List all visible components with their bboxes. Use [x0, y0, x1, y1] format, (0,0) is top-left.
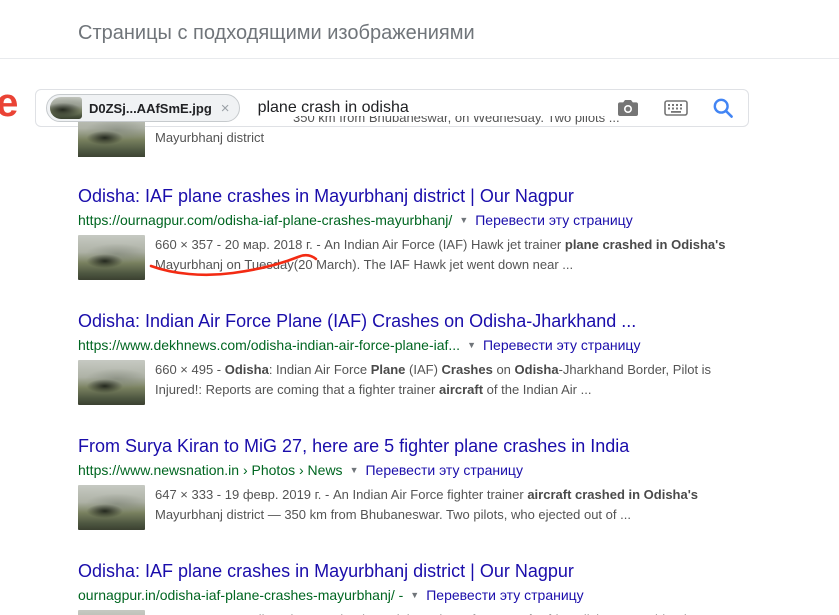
result-thumbnail[interactable] [78, 360, 145, 405]
snippet-segment: Mayurbhanj district — 350 km from Bhuban… [155, 507, 631, 522]
google-image-search-results-page: Страницы с подходящими изображениями le … [0, 0, 839, 615]
logo-letter-e: e [0, 81, 18, 125]
result-dropdown-arrow-icon[interactable]: ▼ [350, 462, 359, 479]
result-snippet: 660 × 495 - Odisha: Indian Air Force Pla… [155, 360, 730, 405]
result-snippet-row: 647 × 333 - 19 февр. 2019 г. - An Indian… [78, 485, 839, 530]
result-snippet-row: 660 × 357 - 20 мар. 2018 г. - An Indian … [78, 235, 839, 280]
chip-image-thumbnail [50, 97, 82, 119]
snippet-segment: 660 × 495 - [155, 362, 225, 377]
translate-page-link[interactable]: Перевести эту страницу [426, 587, 583, 604]
result-snippet: 647 × 333 - 19 февр. 2019 г. - An Indian… [155, 485, 730, 530]
snippet-segment: 647 × 333 - 19 февр. 2019 г. - An Indian… [155, 487, 528, 502]
translate-page-link[interactable]: Перевести эту страницу [475, 212, 632, 229]
result-title-link[interactable]: Odisha: Indian Air Force Plane (IAF) Cra… [78, 310, 748, 332]
snippet-segment: Mayurbhanj on Tuesday(20 March). The IAF… [155, 257, 574, 272]
result-url: https://ournagpur.com/odisha-iaf-plane-c… [78, 211, 453, 228]
result-url-line: https://ournagpur.com/odisha-iaf-plane-c… [78, 211, 839, 229]
result-url-line: ournagpur.in/odisha-iaf-plane-crashes-ma… [78, 586, 839, 604]
snippet-segment: aircraft [438, 382, 484, 397]
partial-snippet-line1: 350 km from Bhubaneswar, on Wednesday. T… [293, 116, 620, 125]
search-query-text[interactable]: plane crash in odisha [258, 99, 409, 117]
snippet-segment: Plane [370, 362, 406, 377]
partial-snippet-line2: Mayurbhanj district [155, 130, 265, 145]
search-result: From Surya Kiran to MiG 27, here are 5 f… [78, 435, 839, 530]
section-header: Страницы с подходящими изображениями [78, 22, 475, 44]
result-title-link[interactable]: Odisha: IAF plane crashes in Mayurbhanj … [78, 560, 748, 582]
search-result: Odisha: Indian Air Force Plane (IAF) Cra… [78, 310, 839, 405]
snippet-segment: on [492, 362, 515, 377]
snippet-segment: : Indian Air Force [268, 362, 371, 377]
result-url-line: https://www.dekhnews.com/odisha-indian-a… [78, 336, 839, 354]
search-icon[interactable] [712, 97, 734, 119]
snippet-segment: Odisha [514, 362, 559, 377]
results-list: Odisha: IAF plane crashes in Mayurbhanj … [0, 185, 839, 615]
result-dropdown-arrow-icon[interactable]: ▼ [459, 212, 468, 229]
translate-page-link[interactable]: Перевести эту страницу [483, 337, 640, 354]
result-thumbnail[interactable] [78, 235, 145, 280]
snippet-segment: Crashes [441, 362, 493, 377]
result-title-link[interactable]: Odisha: IAF plane crashes in Mayurbhanj … [78, 185, 748, 207]
result-snippet-row: 660 × 357 - An Indian Air Force (IAF) Ha… [78, 610, 839, 615]
search-result: Odisha: IAF plane crashes in Mayurbhanj … [78, 185, 839, 280]
result-url-line: https://www.newsnation.in › Photos › New… [78, 461, 839, 479]
result-title-link[interactable]: From Surya Kiran to MiG 27, here are 5 f… [78, 435, 748, 457]
result-url: https://www.newsnation.in › Photos › New… [78, 461, 343, 478]
snippet-segment: 660 × 357 - 20 мар. 2018 г. - An Indian … [155, 237, 565, 252]
camera-icon[interactable] [616, 98, 640, 118]
google-logo-fragment[interactable]: le [0, 81, 18, 125]
translate-page-link[interactable]: Перевести эту страницу [365, 462, 522, 479]
snippet-segment: of the Indian Air ... [483, 382, 592, 397]
image-chip[interactable]: D0ZSj...AAfSmE.jpg × [46, 94, 240, 122]
search-result: Odisha: IAF plane crashes in Mayurbhanj … [78, 560, 839, 615]
search-bar-icons [616, 97, 734, 119]
snippet-segment: Odisha [224, 362, 269, 377]
chip-filename: D0ZSj...AAfSmE.jpg [89, 100, 212, 116]
result-snippet: 660 × 357 - 20 мар. 2018 г. - An Indian … [155, 235, 730, 280]
search-zone: le D0ZSj...AAfSmE.jpg × plane crash in o… [0, 59, 839, 159]
result-url: https://www.dekhnews.com/odisha-indian-a… [78, 336, 461, 353]
result-dropdown-arrow-icon[interactable]: ▼ [410, 587, 419, 604]
snippet-segment: plane crashed in Odisha's [564, 237, 726, 252]
chip-remove-icon[interactable]: × [221, 101, 230, 116]
result-snippet: 660 × 357 - An Indian Air Force (IAF) Ha… [155, 610, 730, 615]
keyboard-icon[interactable] [664, 100, 688, 116]
snippet-segment: aircraft crashed in Odisha's [527, 487, 699, 502]
result-thumbnail[interactable] [78, 485, 145, 530]
result-thumbnail[interactable] [78, 610, 145, 615]
result-dropdown-arrow-icon[interactable]: ▼ [467, 337, 476, 354]
result-snippet-row: 660 × 495 - Odisha: Indian Air Force Pla… [78, 360, 839, 405]
partial-result-thumbnail[interactable] [78, 122, 145, 157]
snippet-segment: (IAF) [405, 362, 442, 377]
result-url: ournagpur.in/odisha-iaf-plane-crashes-ma… [78, 586, 404, 603]
